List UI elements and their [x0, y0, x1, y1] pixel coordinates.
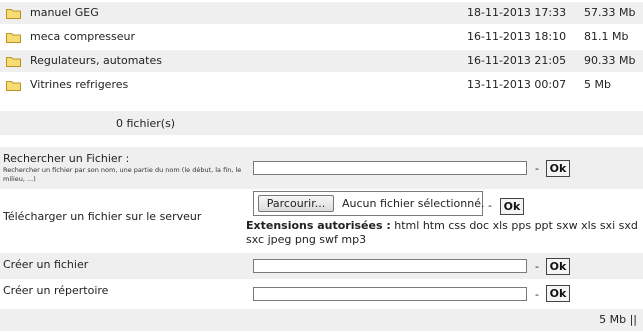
create-file-input[interactable] — [253, 259, 527, 273]
create-dir-ok-button[interactable]: Ok — [546, 285, 570, 302]
search-row: Rechercher un Fichier : Rechercher un fi… — [0, 147, 643, 189]
search-ok-button[interactable]: Ok — [546, 160, 570, 177]
file-row[interactable]: meca compresseur 16-11-2013 18:10 81.1 M… — [0, 26, 643, 48]
file-name[interactable]: Regulateurs, automates — [30, 54, 162, 67]
separator-dash: - — [535, 260, 539, 273]
folder-icon — [6, 33, 21, 43]
file-size: 81.1 Mb — [584, 30, 629, 43]
create-file-row: Créer un fichier - Ok — [0, 253, 643, 279]
search-input[interactable] — [253, 161, 527, 175]
allowed-extensions-label: Extensions autorisées : — [246, 219, 391, 232]
create-dir-input[interactable] — [253, 287, 527, 301]
search-label: Rechercher un Fichier : — [3, 152, 130, 165]
file-row[interactable]: Regulateurs, automates 16-11-2013 21:05 … — [0, 50, 643, 72]
create-dir-label: Créer un répertoire — [3, 284, 109, 297]
file-name[interactable]: Vitrines refrigeres — [30, 78, 128, 91]
upload-label: Télécharger un fichier sur le serveur — [3, 210, 202, 223]
separator-dash: - — [488, 199, 492, 212]
upload-ok-button[interactable]: Ok — [500, 198, 524, 215]
separator-dash: - — [535, 288, 539, 301]
file-date: 18-11-2013 17:33 — [467, 6, 567, 19]
allowed-extensions: Extensions autorisées : html htm css doc… — [246, 219, 641, 247]
create-dir-row: Créer un répertoire - Ok — [0, 279, 643, 307]
file-date: 16-11-2013 21:05 — [467, 54, 567, 67]
file-upload-input[interactable]: Parcourir... Aucun fichier sélectionné. — [253, 191, 485, 216]
browse-button[interactable]: Parcourir... — [258, 195, 334, 212]
folder-icon — [6, 9, 21, 19]
file-count: 0 fichier(s) — [116, 117, 176, 130]
file-count-row: 0 fichier(s) — [0, 111, 643, 135]
file-row[interactable]: Vitrines refrigeres 13-11-2013 00:07 5 M… — [0, 74, 643, 96]
search-hint: Rechercher un fichier par son nom, une p… — [3, 166, 242, 183]
file-date: 13-11-2013 00:07 — [467, 78, 567, 91]
file-size: 5 Mb — [584, 78, 611, 91]
file-date: 16-11-2013 18:10 — [467, 30, 567, 43]
folder-icon — [6, 57, 21, 67]
create-file-ok-button[interactable]: Ok — [546, 258, 570, 275]
separator-dash: - — [535, 162, 539, 175]
file-size: 90.33 Mb — [584, 54, 636, 67]
create-file-label: Créer un fichier — [3, 258, 89, 271]
file-name[interactable]: meca compresseur — [30, 30, 135, 43]
file-size: 57.33 Mb — [584, 6, 636, 19]
file-name[interactable]: manuel GEG — [30, 6, 99, 19]
file-row[interactable]: manuel GEG 18-11-2013 17:33 57.33 Mb — [0, 2, 643, 24]
total-size: 5 Mb || — [599, 313, 637, 326]
no-file-selected-text: Aucun fichier sélectionné. — [342, 197, 485, 210]
folder-icon — [6, 81, 21, 91]
footer: 5 Mb || — [0, 309, 643, 331]
